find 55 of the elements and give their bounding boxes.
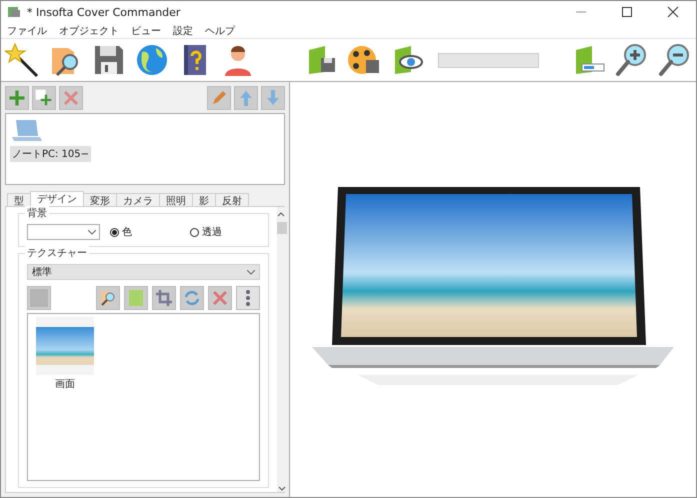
arrow-up-icon	[237, 89, 255, 107]
chevron-down-icon[interactable]	[278, 486, 286, 492]
chevron-down-icon	[88, 230, 96, 234]
menu-item[interactable]: ヘルプ	[205, 24, 235, 38]
scrollbar-thumb[interactable]	[277, 222, 287, 234]
more-icon	[245, 289, 251, 307]
color-swatch-button[interactable]	[27, 286, 51, 310]
swatch-icon	[30, 289, 48, 307]
group-label: 背景	[25, 206, 49, 220]
tab[interactable]: 影	[192, 193, 216, 206]
tab[interactable]: デザイン	[30, 191, 84, 206]
rotate-icon	[183, 289, 201, 307]
radio-label: 色	[122, 226, 132, 239]
tab[interactable]: カメラ	[116, 193, 160, 206]
texture-thumbnail[interactable]	[36, 317, 94, 375]
tab[interactable]: 照明	[159, 193, 193, 206]
crop-icon	[155, 289, 173, 307]
page-plus-icon	[34, 88, 54, 108]
cross-icon	[211, 289, 229, 307]
zoom-in-icon[interactable]	[613, 42, 649, 78]
app-logo-icon	[7, 5, 21, 19]
tab[interactable]: 変形	[83, 193, 117, 206]
group-label: テクスチャー	[25, 246, 89, 260]
arrow-down-icon	[264, 89, 282, 107]
pencil-icon	[210, 89, 228, 107]
menu-item[interactable]: オブジェクト	[59, 24, 119, 38]
window-title: * Insofta Cover Commander	[27, 6, 180, 18]
magic-wand-icon[interactable]	[5, 42, 41, 78]
laptop-icon	[10, 118, 44, 144]
chevron-down-icon	[247, 270, 255, 274]
texture-dropdown[interactable]: 標準	[27, 264, 260, 280]
thumbnail-label: 画面	[55, 378, 75, 391]
more-button[interactable]	[236, 286, 260, 310]
radio-button[interactable]	[190, 228, 199, 236]
tab[interactable]: 型	[7, 193, 31, 206]
swatch-icon	[127, 289, 145, 307]
object-item[interactable]: ノートPC: 105−	[10, 146, 92, 162]
zoom-out-icon[interactable]	[656, 42, 692, 78]
browse-button[interactable]	[96, 286, 120, 310]
chevron-up-icon[interactable]	[277, 211, 285, 217]
menu-item[interactable]: ビュー	[131, 24, 161, 38]
globe-icon[interactable]	[134, 42, 170, 78]
add-small-button[interactable]	[32, 86, 56, 110]
radio-label: 透過	[202, 226, 222, 239]
color-dropdown[interactable]	[27, 224, 100, 240]
crop-button[interactable]	[152, 286, 176, 310]
plus-icon	[7, 88, 27, 108]
scrollbar[interactable]	[277, 207, 287, 492]
tab[interactable]: 反射	[215, 193, 249, 206]
radio-button[interactable]	[110, 228, 119, 236]
menu-item[interactable]: ファイル	[7, 24, 47, 38]
add-button[interactable]	[5, 86, 29, 110]
cross-icon	[62, 89, 80, 107]
menu-item[interactable]: 設定	[173, 24, 193, 38]
folder-magnifier-icon	[99, 289, 117, 307]
